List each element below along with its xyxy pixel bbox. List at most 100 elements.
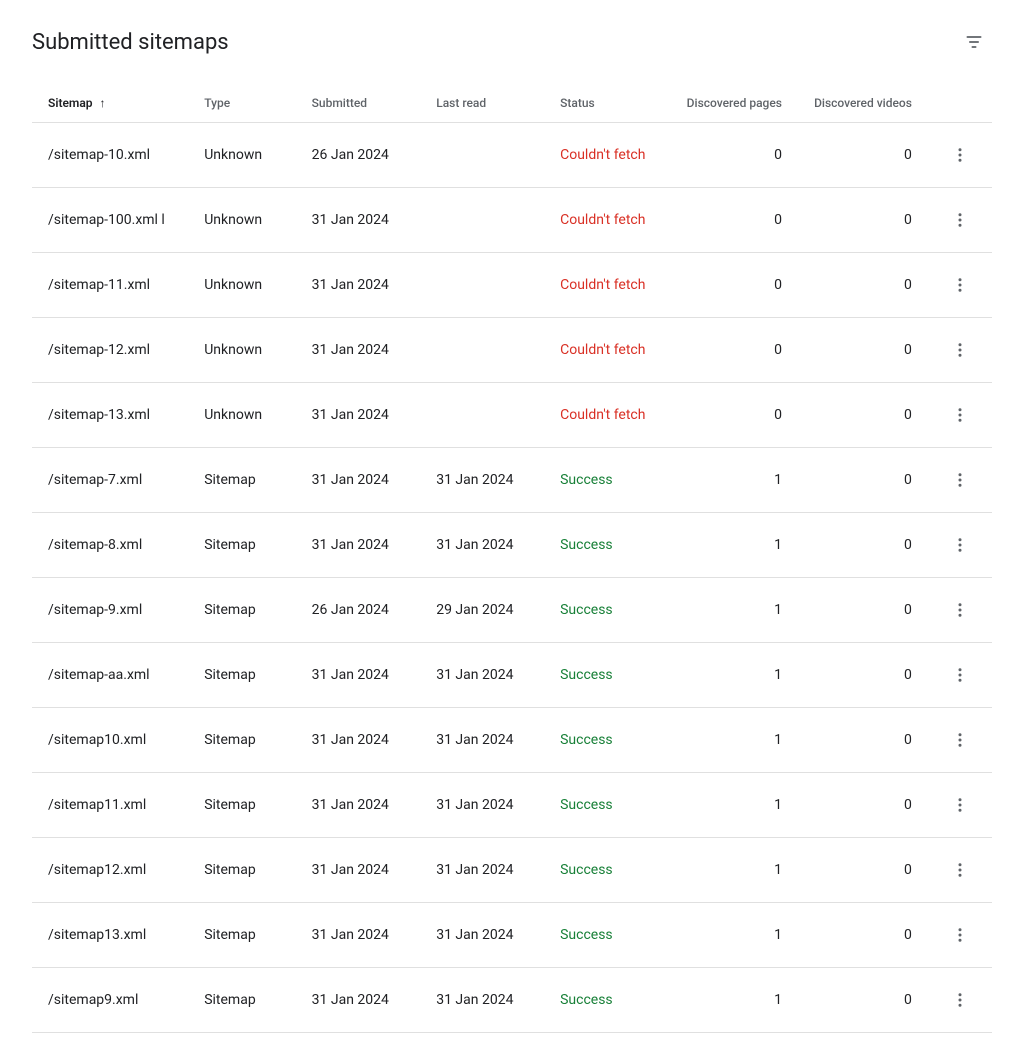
submitted-cell: 31 Jan 2024 <box>296 838 421 903</box>
discovered-pages-cell: 1 <box>668 903 798 968</box>
submitted-cell: 31 Jan 2024 <box>296 513 421 578</box>
type-cell: Sitemap <box>188 513 295 578</box>
more-options-button[interactable] <box>944 724 976 756</box>
header: Submitted sitemaps <box>32 24 992 60</box>
status-cell: Success <box>544 513 668 578</box>
lastread-cell <box>420 188 544 253</box>
table-row: /sitemap-aa.xml Sitemap 31 Jan 2024 31 J… <box>32 643 992 708</box>
more-options-button[interactable] <box>944 594 976 626</box>
discovered-pages-cell: 1 <box>668 513 798 578</box>
sitemap-name: /sitemap9.xml <box>32 968 188 1033</box>
sitemap-name: /sitemap-9.xml <box>32 578 188 643</box>
type-cell: Unknown <box>188 318 295 383</box>
more-options-button[interactable] <box>944 334 976 366</box>
discovered-videos-cell: 0 <box>798 253 928 318</box>
col-header-submitted: Submitted <box>296 84 421 123</box>
status-cell: Success <box>544 708 668 773</box>
table-row: /sitemap11.xml Sitemap 31 Jan 2024 31 Ja… <box>32 773 992 838</box>
discovered-videos-cell: 0 <box>798 578 928 643</box>
submitted-cell: 31 Jan 2024 <box>296 903 421 968</box>
table-row: /sitemap-10.xml Unknown 26 Jan 2024 Coul… <box>32 123 992 188</box>
more-vertical-icon <box>951 991 969 1009</box>
more-options-button[interactable] <box>944 529 976 561</box>
sitemaps-table: Sitemap ↑ Type Submitted Last read Statu… <box>32 84 992 1033</box>
status-badge: Success <box>560 927 613 943</box>
discovered-pages-cell: 0 <box>668 318 798 383</box>
filter-button[interactable] <box>956 24 992 60</box>
actions-cell <box>928 578 992 643</box>
discovered-pages-cell: 1 <box>668 643 798 708</box>
sitemap-name: /sitemap11.xml <box>32 773 188 838</box>
more-options-button[interactable] <box>944 919 976 951</box>
col-header-type: Type <box>188 84 295 123</box>
more-vertical-icon <box>951 276 969 294</box>
status-cell: Success <box>544 838 668 903</box>
status-badge: Success <box>560 667 613 683</box>
sitemap-name: /sitemap-10.xml <box>32 123 188 188</box>
page-container: Submitted sitemaps Sitemap ↑ Type Submit… <box>0 0 1024 1057</box>
status-badge: Success <box>560 862 613 878</box>
table-header: Sitemap ↑ Type Submitted Last read Statu… <box>32 84 992 123</box>
actions-cell <box>928 318 992 383</box>
status-cell: Success <box>544 643 668 708</box>
status-badge: Couldn't fetch <box>560 147 645 163</box>
lastread-cell <box>420 253 544 318</box>
sitemap-name: /sitemap12.xml <box>32 838 188 903</box>
lastread-cell: 31 Jan 2024 <box>420 903 544 968</box>
more-options-button[interactable] <box>944 399 976 431</box>
actions-cell <box>928 383 992 448</box>
sitemap-name: /sitemap-7.xml <box>32 448 188 513</box>
more-options-button[interactable] <box>944 854 976 886</box>
more-options-button[interactable] <box>944 984 976 1016</box>
table-row: /sitemap-12.xml Unknown 31 Jan 2024 Coul… <box>32 318 992 383</box>
table-row: /sitemap12.xml Sitemap 31 Jan 2024 31 Ja… <box>32 838 992 903</box>
discovered-pages-cell: 1 <box>668 968 798 1033</box>
type-cell: Unknown <box>188 123 295 188</box>
submitted-cell: 31 Jan 2024 <box>296 773 421 838</box>
submitted-cell: 31 Jan 2024 <box>296 968 421 1033</box>
col-header-sitemap[interactable]: Sitemap ↑ <box>32 84 188 123</box>
status-cell: Couldn't fetch <box>544 188 668 253</box>
status-badge: Couldn't fetch <box>560 277 645 293</box>
submitted-cell: 31 Jan 2024 <box>296 643 421 708</box>
status-badge: Success <box>560 602 613 618</box>
sitemap-name: /sitemap-11.xml <box>32 253 188 318</box>
status-cell: Couldn't fetch <box>544 253 668 318</box>
more-options-button[interactable] <box>944 464 976 496</box>
discovered-pages-cell: 0 <box>668 383 798 448</box>
status-badge: Success <box>560 797 613 813</box>
actions-cell <box>928 188 992 253</box>
more-vertical-icon <box>951 601 969 619</box>
more-vertical-icon <box>951 341 969 359</box>
discovered-videos-cell: 0 <box>798 708 928 773</box>
table-row: /sitemap-8.xml Sitemap 31 Jan 2024 31 Ja… <box>32 513 992 578</box>
lastread-cell: 31 Jan 2024 <box>420 773 544 838</box>
discovered-videos-cell: 0 <box>798 838 928 903</box>
more-options-button[interactable] <box>944 789 976 821</box>
more-options-button[interactable] <box>944 139 976 171</box>
more-options-button[interactable] <box>944 659 976 691</box>
lastread-cell: 31 Jan 2024 <box>420 513 544 578</box>
lastread-cell: 31 Jan 2024 <box>420 643 544 708</box>
table-row: /sitemap-11.xml Unknown 31 Jan 2024 Coul… <box>32 253 992 318</box>
lastread-cell: 31 Jan 2024 <box>420 708 544 773</box>
sitemap-name: /sitemap-aa.xml <box>32 643 188 708</box>
lastread-cell: 31 Jan 2024 <box>420 838 544 903</box>
lastread-cell: 31 Jan 2024 <box>420 448 544 513</box>
submitted-cell: 31 Jan 2024 <box>296 383 421 448</box>
actions-cell <box>928 643 992 708</box>
type-cell: Unknown <box>188 383 295 448</box>
page-title: Submitted sitemaps <box>32 30 229 55</box>
lastread-cell <box>420 383 544 448</box>
lastread-cell: 29 Jan 2024 <box>420 578 544 643</box>
more-options-button[interactable] <box>944 269 976 301</box>
table-body: /sitemap-10.xml Unknown 26 Jan 2024 Coul… <box>32 123 992 1033</box>
submitted-cell: 26 Jan 2024 <box>296 578 421 643</box>
more-vertical-icon <box>951 471 969 489</box>
status-cell: Success <box>544 903 668 968</box>
more-vertical-icon <box>951 731 969 749</box>
actions-cell <box>928 513 992 578</box>
submitted-cell: 31 Jan 2024 <box>296 253 421 318</box>
type-cell: Sitemap <box>188 968 295 1033</box>
more-options-button[interactable] <box>944 204 976 236</box>
